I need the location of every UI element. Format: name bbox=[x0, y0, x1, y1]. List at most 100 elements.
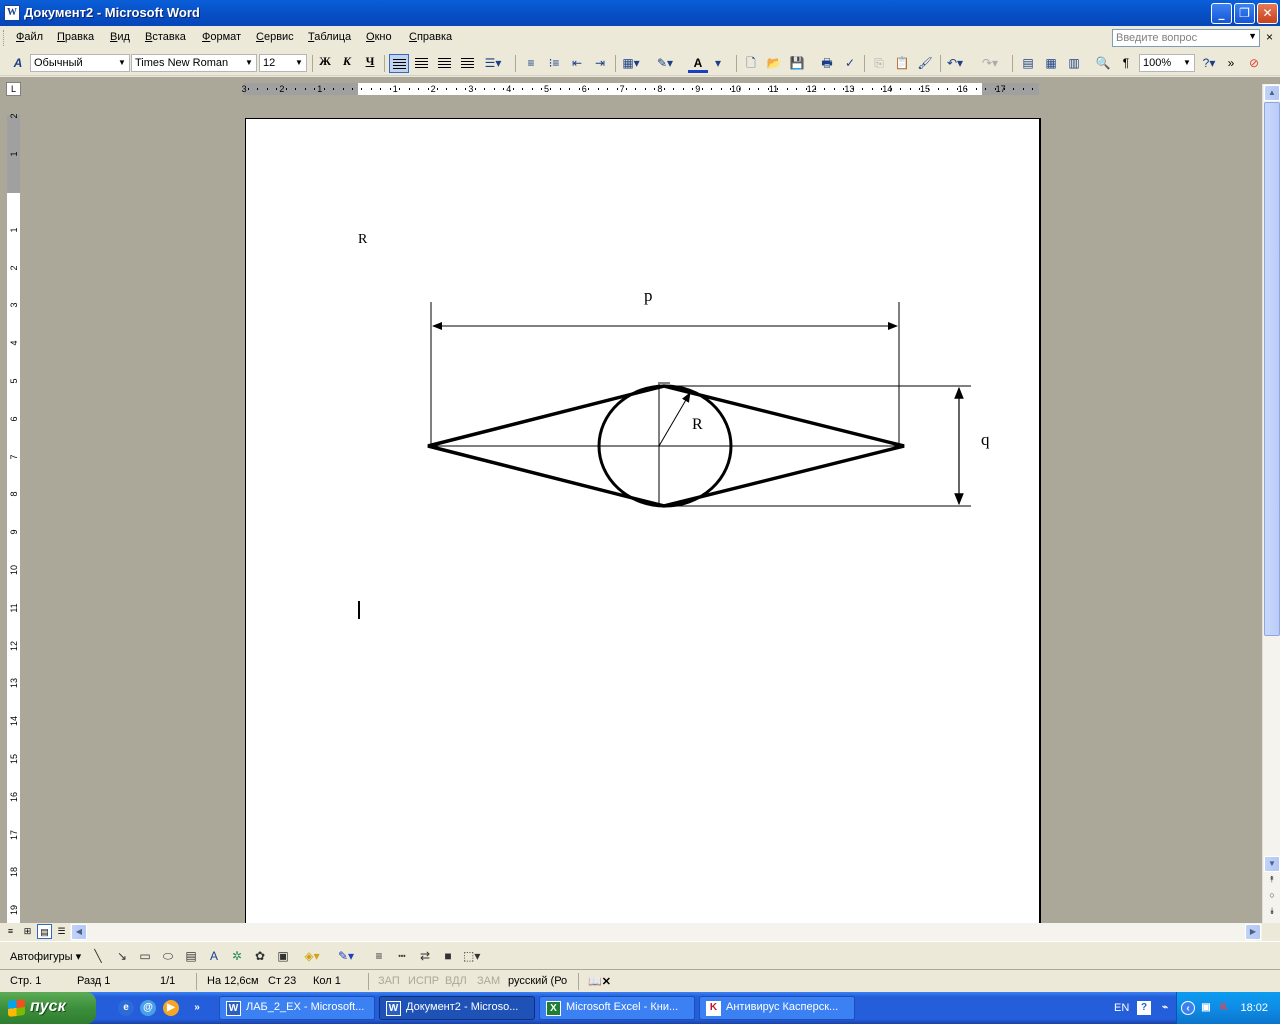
shadow-style-icon[interactable]: ■ bbox=[440, 948, 456, 964]
close-document-icon[interactable]: × bbox=[1266, 30, 1273, 44]
new-document-icon[interactable]: 🗋 bbox=[741, 54, 761, 73]
chevron-down-icon[interactable]: ▼ bbox=[1181, 56, 1193, 70]
menu-file[interactable]: Файл bbox=[16, 31, 43, 43]
minimize-button[interactable]: _ bbox=[1211, 3, 1232, 24]
horizontal-scroll-track[interactable] bbox=[87, 924, 1245, 940]
menu-format[interactable]: Формат bbox=[202, 31, 241, 43]
diagram-icon[interactable]: ✲ bbox=[229, 948, 245, 964]
align-center-button[interactable] bbox=[412, 54, 432, 73]
line-color-icon[interactable]: ✎▾ bbox=[338, 948, 354, 964]
zoom-select[interactable]: 100% ▼ bbox=[1139, 54, 1195, 72]
paste-icon[interactable]: 📋 bbox=[892, 54, 912, 73]
clock[interactable]: 18:02 bbox=[1240, 1002, 1268, 1014]
insert-table-icon[interactable]: ▤ bbox=[1018, 54, 1038, 73]
status-track-changes[interactable]: ИСПР bbox=[408, 975, 439, 987]
help-icon[interactable]: ?▾ bbox=[1199, 54, 1219, 73]
open-folder-icon[interactable]: 📂 bbox=[764, 54, 784, 73]
italic-button[interactable]: К bbox=[337, 54, 357, 73]
bulleted-list-button[interactable]: ⁝≡ bbox=[544, 54, 564, 73]
menu-tools[interactable]: Сервис bbox=[256, 31, 294, 43]
copy-icon[interactable]: ⎘ bbox=[869, 54, 889, 73]
outlook-icon[interactable]: @ bbox=[140, 1000, 156, 1016]
help-tray-icon[interactable]: ? bbox=[1137, 1001, 1151, 1015]
kaspersky-tray-icon[interactable]: K bbox=[1217, 1001, 1231, 1015]
help-search-input[interactable]: Введите вопрос ▼ bbox=[1112, 29, 1260, 47]
normal-view-icon[interactable]: ≡ bbox=[3, 924, 18, 939]
insert-picture-icon[interactable]: ▣ bbox=[275, 948, 291, 964]
chevron-down-icon[interactable]: ▼ bbox=[116, 56, 128, 70]
previous-page-icon[interactable]: ⯭ bbox=[1264, 874, 1280, 888]
network-icon[interactable]: ⌁ bbox=[1158, 1001, 1172, 1015]
show-formatting-icon[interactable]: ¶ bbox=[1116, 54, 1136, 73]
vertical-scrollbar[interactable]: ▲ ▼ ⯭ ○ ⯯ bbox=[1262, 84, 1280, 923]
media-player-icon[interactable]: ▶ bbox=[163, 1000, 179, 1016]
chevron-down-icon[interactable]: ▾ bbox=[708, 54, 728, 73]
fill-color-icon[interactable]: ◈▾ bbox=[304, 948, 320, 964]
antivirus-icon[interactable]: ⊘ bbox=[1244, 54, 1264, 73]
wordart-icon[interactable]: A bbox=[206, 948, 222, 964]
redo-icon[interactable]: ↷▾ bbox=[980, 54, 1000, 73]
select-browse-object-icon[interactable]: ○ bbox=[1264, 890, 1280, 904]
dash-style-icon[interactable]: ┅ bbox=[394, 948, 410, 964]
textbox-tool-icon[interactable]: ▤ bbox=[183, 948, 199, 964]
outline-view-icon[interactable]: ☰ bbox=[54, 924, 69, 939]
increase-indent-button[interactable]: ⇥ bbox=[590, 54, 610, 73]
horizontal-scrollbar[interactable]: ◀ ▶ bbox=[70, 923, 1262, 941]
menu-insert[interactable]: Вставка bbox=[145, 31, 186, 43]
line-style-icon[interactable]: ≡ bbox=[371, 948, 387, 964]
font-size-select[interactable]: 12 ▼ bbox=[259, 54, 307, 72]
styles-pane-icon[interactable]: A bbox=[8, 54, 28, 73]
tab-selector[interactable]: L bbox=[6, 82, 21, 96]
font-select[interactable]: Times New Roman ▼ bbox=[131, 54, 257, 72]
status-record[interactable]: ЗАП bbox=[378, 975, 400, 987]
chevron-down-icon[interactable]: ▼ bbox=[1248, 31, 1257, 41]
close-button[interactable]: ✕ bbox=[1257, 3, 1278, 24]
line-tool-icon[interactable]: ╲ bbox=[90, 948, 106, 964]
taskbar-button-kaspersky[interactable]: K Антивирус Касперск... bbox=[699, 996, 855, 1020]
display-icon[interactable]: ▣ bbox=[1199, 1001, 1213, 1015]
print-layout-icon[interactable]: ▤ bbox=[37, 924, 52, 939]
document-map-icon[interactable]: 🔍 bbox=[1093, 54, 1113, 73]
oval-tool-icon[interactable]: ⬭ bbox=[160, 948, 176, 964]
spelling-status-icon[interactable]: 📖✕ bbox=[588, 975, 611, 988]
next-page-icon[interactable]: ⯯ bbox=[1264, 906, 1280, 920]
save-icon[interactable]: 💾 bbox=[787, 54, 807, 73]
undo-icon[interactable]: ↶▾ bbox=[945, 54, 965, 73]
menu-window[interactable]: Окно bbox=[366, 31, 392, 43]
web-view-icon[interactable]: ⊞ bbox=[20, 924, 35, 939]
menu-edit[interactable]: Правка bbox=[57, 31, 94, 43]
scroll-left-button[interactable]: ◀ bbox=[71, 924, 87, 940]
decrease-indent-button[interactable]: ⇤ bbox=[567, 54, 587, 73]
vertical-ruler[interactable]: 2 1 1 2 3 4 5 6 7 8 9 10 11 12 13 14 15 16 17 18 19 bbox=[7, 114, 20, 923]
toolbar-options-icon[interactable]: » bbox=[1221, 54, 1241, 73]
menu-help[interactable]: Справка bbox=[409, 31, 452, 43]
quicklaunch-more-icon[interactable]: » bbox=[189, 1000, 205, 1016]
borders-button[interactable]: ▦▾ bbox=[621, 54, 641, 73]
restore-button[interactable]: ❐ bbox=[1234, 3, 1255, 24]
bold-button[interactable]: Ж bbox=[315, 54, 335, 73]
align-right-button[interactable] bbox=[435, 54, 455, 73]
internet-explorer-icon[interactable]: e bbox=[118, 1000, 134, 1016]
spellcheck-icon[interactable]: ✓ bbox=[840, 54, 860, 73]
horizontal-ruler[interactable]: 3 2 1 1 2 3 4 5 6 7 8 9 10 11 12 13 14 15 16 17 bbox=[242, 83, 1039, 95]
status-overtype[interactable]: ЗАМ bbox=[477, 975, 500, 987]
scroll-down-button[interactable]: ▼ bbox=[1264, 856, 1280, 872]
show-hidden-icons-chevron-icon[interactable]: ‹ bbox=[1181, 1001, 1195, 1015]
language-indicator[interactable]: EN bbox=[1114, 1002, 1129, 1014]
3d-style-icon[interactable]: ⬚▾ bbox=[463, 948, 480, 964]
insert-excel-icon[interactable]: ▦ bbox=[1041, 54, 1061, 73]
line-spacing-button[interactable]: ☰▾ bbox=[483, 54, 503, 73]
print-icon[interactable]: 🖶 bbox=[817, 54, 837, 73]
status-extend[interactable]: ВДЛ bbox=[445, 975, 467, 987]
scroll-right-button[interactable]: ▶ bbox=[1245, 924, 1261, 940]
justify-button[interactable] bbox=[458, 54, 478, 73]
rhombus-figure[interactable] bbox=[246, 119, 1042, 923]
format-painter-icon[interactable]: 🖌 bbox=[915, 54, 935, 73]
chevron-down-icon[interactable]: ▼ bbox=[293, 56, 305, 70]
menu-view[interactable]: Вид bbox=[110, 31, 130, 43]
document-page[interactable]: R p q R bbox=[245, 118, 1041, 923]
align-left-button[interactable] bbox=[389, 54, 409, 73]
autoshapes-menu[interactable]: Автофигуры ▾ bbox=[10, 950, 81, 963]
scroll-up-button[interactable]: ▲ bbox=[1264, 85, 1280, 101]
taskbar-button-excel[interactable]: X Microsoft Excel - Кни... bbox=[539, 996, 695, 1020]
